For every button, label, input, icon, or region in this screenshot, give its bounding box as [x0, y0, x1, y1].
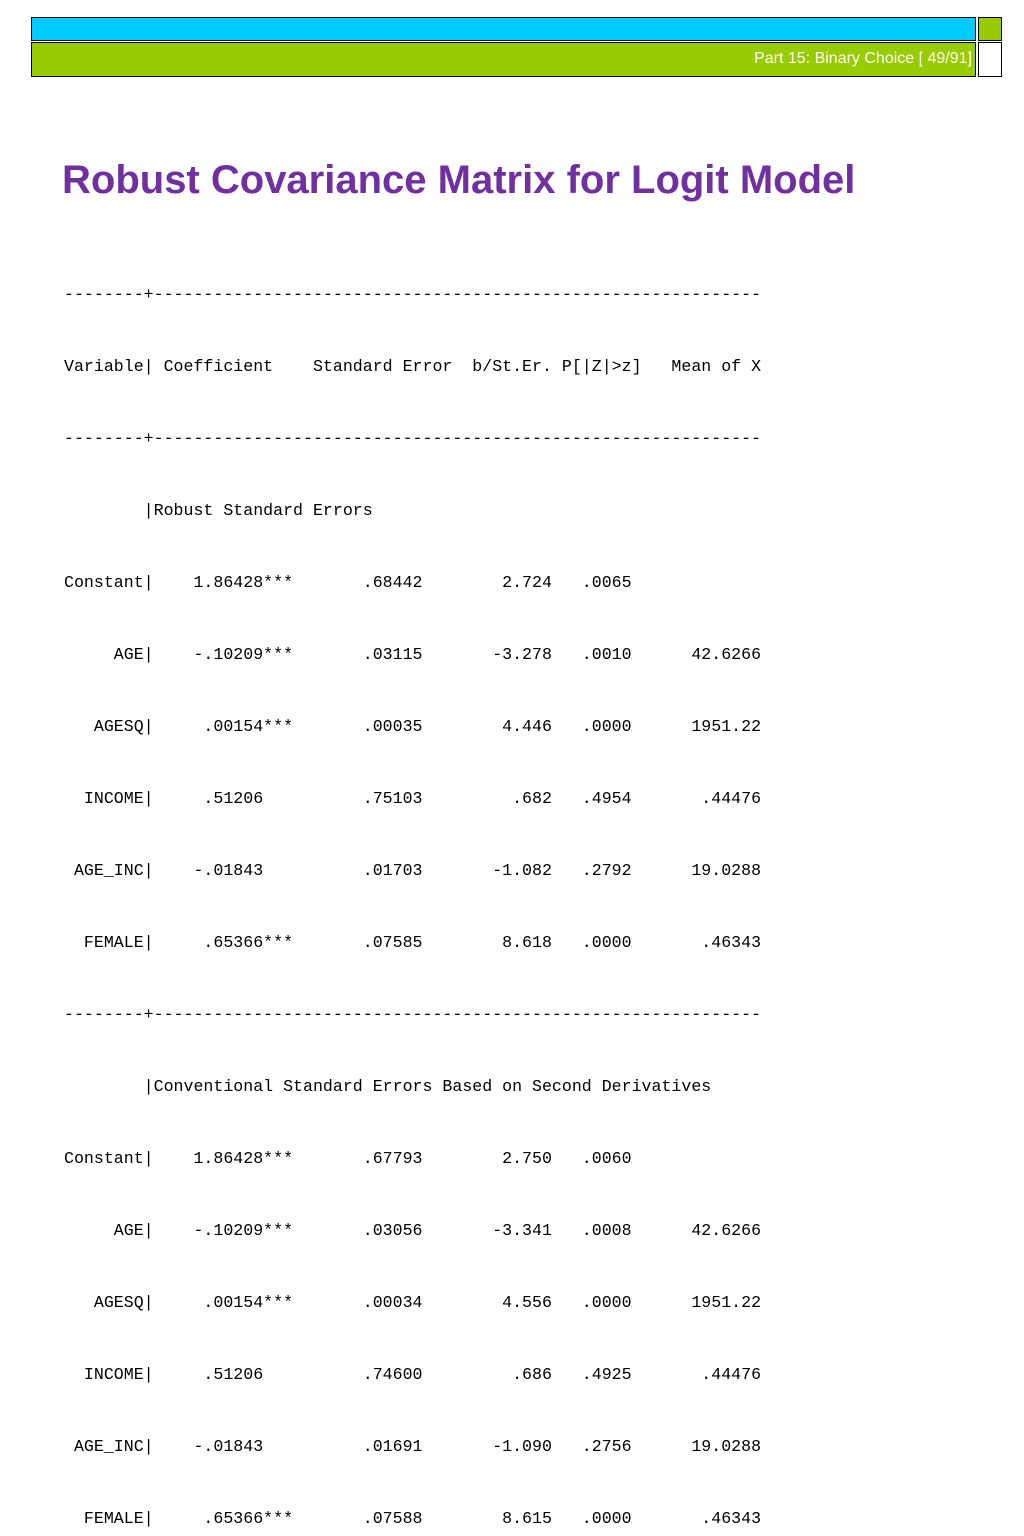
output-header-line: Variable| Coefficient Standard Error b/S… — [64, 357, 762, 376]
output-section-label: |Conventional Standard Errors Based on S… — [64, 1077, 712, 1096]
output-row: Constant| 1.86428*** .68442 2.724 .0065 — [64, 573, 632, 592]
output-row: INCOME| .51206 .74600 .686 .4925 .44476 — [64, 1365, 762, 1384]
regression-output: --------+-------------------------------… — [64, 235, 761, 1536]
header-corner-square-bottom — [978, 42, 1002, 77]
slide-label: Part 15: Binary Choice [ 49/91] — [754, 50, 972, 67]
output-section-label: |Robust Standard Errors — [64, 501, 373, 520]
output-row: AGE| -.10209*** .03115 -3.278 .0010 42.6… — [64, 645, 762, 664]
output-row: AGE_INC| -.01843 .01691 -1.090 .2756 19.… — [64, 1437, 762, 1456]
output-separator-line: --------+-------------------------------… — [64, 429, 762, 448]
output-separator-line: --------+-------------------------------… — [64, 1005, 762, 1024]
output-row: AGE_INC| -.01843 .01703 -1.082 .2792 19.… — [64, 861, 762, 880]
output-row: INCOME| .51206 .75103 .682 .4954 .44476 — [64, 789, 762, 808]
output-row: Constant| 1.86428*** .67793 2.750 .0060 — [64, 1149, 632, 1168]
output-row: AGESQ| .00154*** .00034 4.556 .0000 1951… — [64, 1293, 762, 1312]
output-row: AGE| -.10209*** .03056 -3.341 .0008 42.6… — [64, 1221, 762, 1240]
output-row: AGESQ| .00154*** .00035 4.446 .0000 1951… — [64, 717, 762, 736]
header-top-bar — [31, 17, 976, 41]
output-separator-line: --------+-------------------------------… — [64, 285, 762, 304]
header-corner-square-top — [978, 17, 1002, 41]
output-row: FEMALE| .65366*** .07588 8.615 .0000 .46… — [64, 1509, 762, 1528]
slide-title: Robust Covariance Matrix for Logit Model — [62, 158, 856, 202]
output-row: FEMALE| .65366*** .07585 8.618 .0000 .46… — [64, 933, 762, 952]
